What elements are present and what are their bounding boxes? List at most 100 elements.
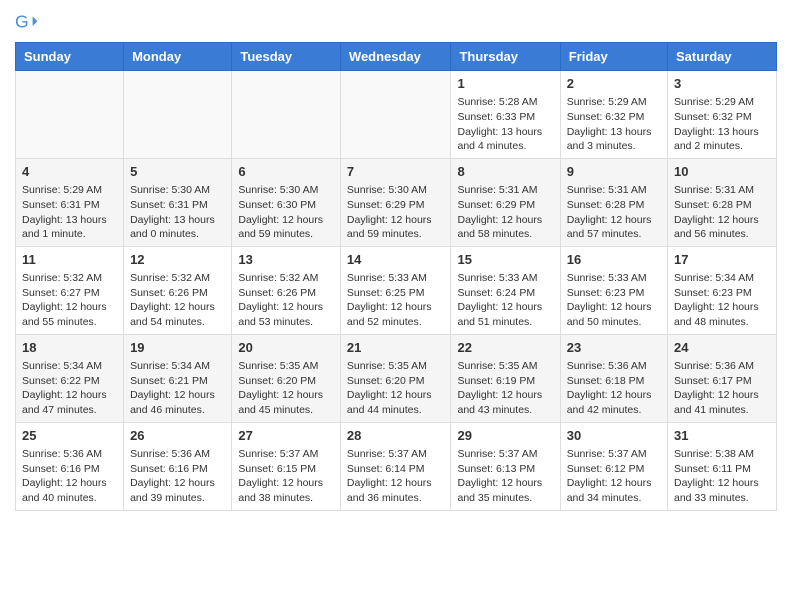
calendar-cell-4-4: 21Sunrise: 5:35 AMSunset: 6:20 PMDayligh…	[340, 334, 451, 422]
day-number: 22	[457, 339, 553, 357]
calendar-week-row-5: 25Sunrise: 5:36 AMSunset: 6:16 PMDayligh…	[16, 422, 777, 510]
day-info: Sunset: 6:32 PM	[674, 110, 770, 125]
day-info: Sunset: 6:16 PM	[22, 462, 117, 477]
day-number: 3	[674, 75, 770, 93]
day-info: Daylight: 13 hours and 4 minutes.	[457, 125, 553, 154]
day-number: 18	[22, 339, 117, 357]
day-info: Sunrise: 5:29 AM	[22, 183, 117, 198]
day-number: 12	[130, 251, 225, 269]
day-info: Sunset: 6:33 PM	[457, 110, 553, 125]
day-info: Daylight: 12 hours and 34 minutes.	[567, 476, 661, 505]
calendar-cell-1-5: 1Sunrise: 5:28 AMSunset: 6:33 PMDaylight…	[451, 71, 560, 159]
calendar-cell-5-2: 26Sunrise: 5:36 AMSunset: 6:16 PMDayligh…	[124, 422, 232, 510]
day-number: 29	[457, 427, 553, 445]
day-info: Sunrise: 5:32 AM	[22, 271, 117, 286]
calendar-week-row-4: 18Sunrise: 5:34 AMSunset: 6:22 PMDayligh…	[16, 334, 777, 422]
day-number: 31	[674, 427, 770, 445]
day-info: Daylight: 12 hours and 36 minutes.	[347, 476, 445, 505]
day-info: Sunset: 6:32 PM	[567, 110, 661, 125]
day-info: Sunset: 6:31 PM	[22, 198, 117, 213]
day-info: Sunset: 6:27 PM	[22, 286, 117, 301]
day-info: Sunrise: 5:30 AM	[238, 183, 334, 198]
day-info: Daylight: 12 hours and 48 minutes.	[674, 300, 770, 329]
calendar-cell-3-3: 13Sunrise: 5:32 AMSunset: 6:26 PMDayligh…	[232, 246, 341, 334]
day-number: 14	[347, 251, 445, 269]
calendar-cell-1-1	[16, 71, 124, 159]
day-info: Sunrise: 5:30 AM	[130, 183, 225, 198]
day-info: Sunset: 6:21 PM	[130, 374, 225, 389]
calendar-cell-2-2: 5 Sunrise: 5:30 AMSunset: 6:31 PMDaylight…	[124, 158, 232, 246]
calendar-header-saturday: Saturday	[668, 43, 777, 71]
day-info: Sunrise: 5:34 AM	[674, 271, 770, 286]
day-info: Sunrise: 5:32 AM	[238, 271, 334, 286]
calendar-cell-1-3	[232, 71, 341, 159]
day-info: Sunrise: 5:37 AM	[238, 447, 334, 462]
day-info: Sunset: 6:29 PM	[457, 198, 553, 213]
day-info: Sunrise: 5:33 AM	[567, 271, 661, 286]
calendar-header-thursday: Thursday	[451, 43, 560, 71]
day-number: 6	[238, 163, 334, 181]
day-info: Daylight: 12 hours and 47 minutes.	[22, 388, 117, 417]
day-info: Sunset: 6:23 PM	[674, 286, 770, 301]
day-info: Sunrise: 5:34 AM	[22, 359, 117, 374]
day-info: Sunset: 6:31 PM	[130, 198, 225, 213]
calendar-cell-1-6: 2Sunrise: 5:29 AMSunset: 6:32 PMDaylight…	[560, 71, 667, 159]
day-info: Daylight: 12 hours and 40 minutes.	[22, 476, 117, 505]
calendar-cell-4-1: 18 Sunrise: 5:34 AMSunset: 6:22 PMDayligh…	[16, 334, 124, 422]
day-info: Daylight: 12 hours and 57 minutes.	[567, 213, 661, 242]
day-info: Sunset: 6:18 PM	[567, 374, 661, 389]
calendar-cell-2-1: 4Sunrise: 5:29 AMSunset: 6:31 PMDaylight…	[16, 158, 124, 246]
calendar-header-tuesday: Tuesday	[232, 43, 341, 71]
day-info: Sunrise: 5:32 AM	[130, 271, 225, 286]
day-info: Sunrise: 5:37 AM	[457, 447, 553, 462]
day-info: Sunset: 6:16 PM	[130, 462, 225, 477]
calendar-cell-1-7: 3Sunrise: 5:29 AMSunset: 6:32 PMDaylight…	[668, 71, 777, 159]
day-info: Sunrise: 5:35 AM	[457, 359, 553, 374]
day-info: Sunset: 6:13 PM	[457, 462, 553, 477]
day-info: Sunset: 6:26 PM	[238, 286, 334, 301]
day-number: 11	[22, 251, 117, 269]
day-info: Daylight: 13 hours and 1 minute.	[22, 213, 117, 242]
day-info: Sunset: 6:17 PM	[674, 374, 770, 389]
day-info: Sunset: 6:24 PM	[457, 286, 553, 301]
day-info: Daylight: 13 hours and 0 minutes.	[130, 213, 225, 242]
day-number: 26	[130, 427, 225, 445]
day-info: Sunrise: 5:31 AM	[457, 183, 553, 198]
day-number: 9	[567, 163, 661, 181]
calendar-cell-3-5: 15Sunrise: 5:33 AMSunset: 6:24 PMDayligh…	[451, 246, 560, 334]
day-info: Sunrise: 5:38 AM	[674, 447, 770, 462]
day-info: Sunset: 6:22 PM	[22, 374, 117, 389]
day-info: Sunset: 6:23 PM	[567, 286, 661, 301]
day-info: Sunrise: 5:30 AM	[347, 183, 445, 198]
calendar-header-sunday: Sunday	[16, 43, 124, 71]
day-info: Sunset: 6:25 PM	[347, 286, 445, 301]
calendar-cell-4-6: 23Sunrise: 5:36 AMSunset: 6:18 PMDayligh…	[560, 334, 667, 422]
day-info: Sunrise: 5:28 AM	[457, 95, 553, 110]
day-info: Sunset: 6:29 PM	[347, 198, 445, 213]
day-number: 16	[567, 251, 661, 269]
calendar-cell-3-6: 16Sunrise: 5:33 AMSunset: 6:23 PMDayligh…	[560, 246, 667, 334]
day-info: Sunrise: 5:36 AM	[674, 359, 770, 374]
day-number: 5	[130, 163, 225, 181]
day-number: 7	[347, 163, 445, 181]
calendar-cell-2-7: 10Sunrise: 5:31 AMSunset: 6:28 PMDayligh…	[668, 158, 777, 246]
calendar-cell-3-2: 12Sunrise: 5:32 AMSunset: 6:26 PMDayligh…	[124, 246, 232, 334]
day-info: Sunrise: 5:36 AM	[22, 447, 117, 462]
day-number: 21	[347, 339, 445, 357]
calendar-table: SundayMondayTuesdayWednesdayThursdayFrid…	[15, 42, 777, 511]
day-info: Sunset: 6:28 PM	[567, 198, 661, 213]
day-info: Daylight: 12 hours and 55 minutes.	[22, 300, 117, 329]
day-info: Daylight: 12 hours and 39 minutes.	[130, 476, 225, 505]
calendar-cell-4-5: 22Sunrise: 5:35 AMSunset: 6:19 PMDayligh…	[451, 334, 560, 422]
day-info: Daylight: 12 hours and 46 minutes.	[130, 388, 225, 417]
day-info: Sunrise: 5:31 AM	[674, 183, 770, 198]
day-info: Sunrise: 5:31 AM	[567, 183, 661, 198]
day-info: Sunset: 6:11 PM	[674, 462, 770, 477]
day-number: 24	[674, 339, 770, 357]
day-number: 25	[22, 427, 117, 445]
day-info: Daylight: 12 hours and 51 minutes.	[457, 300, 553, 329]
day-info: Sunset: 6:20 PM	[347, 374, 445, 389]
calendar-cell-2-4: 7Sunrise: 5:30 AMSunset: 6:29 PMDaylight…	[340, 158, 451, 246]
page-header: G	[15, 10, 777, 34]
calendar-cell-2-5: 8Sunrise: 5:31 AMSunset: 6:29 PMDaylight…	[451, 158, 560, 246]
